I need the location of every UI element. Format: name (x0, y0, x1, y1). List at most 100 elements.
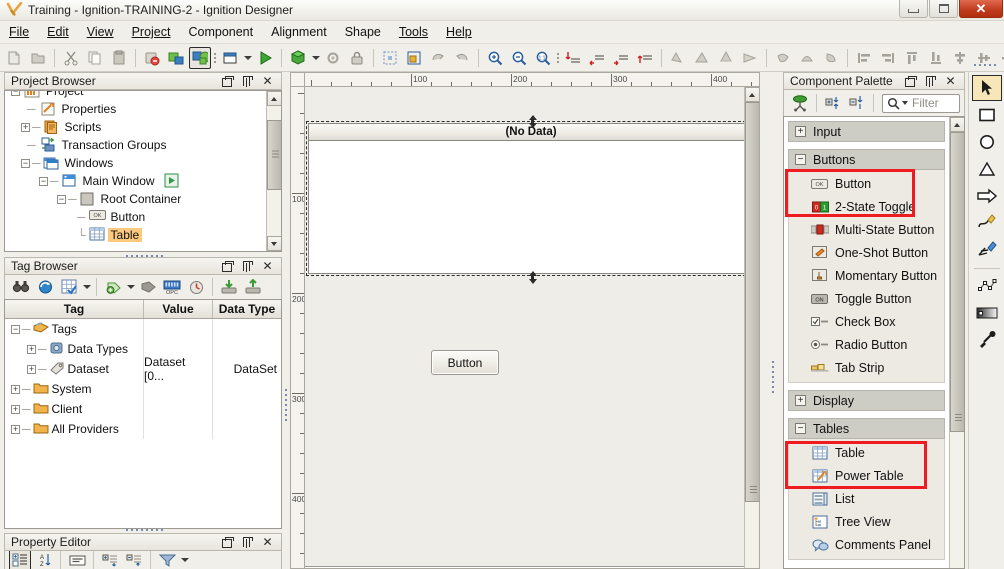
distribute-h-icon[interactable] (997, 47, 1004, 69)
palette-item-comments-panel[interactable]: Comments Panel (789, 533, 944, 556)
pin-icon[interactable] (242, 536, 253, 548)
main-window-surface[interactable]: (No Data) Button (305, 87, 757, 567)
column-value[interactable]: Value (144, 300, 213, 318)
expander-client[interactable]: + (11, 404, 20, 414)
table-component[interactable]: (No Data) (308, 123, 754, 274)
shape-combine-c-icon[interactable] (820, 47, 842, 69)
collapse-all-icon[interactable] (123, 551, 145, 569)
tree-node-scripts[interactable]: + ─ Scripts (5, 118, 266, 136)
palette-item-tree-view[interactable]: Tree View (789, 510, 944, 533)
paintbrush-tool[interactable] (972, 237, 1002, 263)
new-tag-icon[interactable] (102, 276, 124, 298)
selection-arrow-tool[interactable] (971, 75, 1002, 101)
send-backward-icon[interactable] (586, 47, 608, 69)
palette-item-table[interactable]: Table (789, 441, 944, 464)
publish-icon[interactable] (165, 47, 187, 69)
binoculars-icon[interactable] (10, 276, 32, 298)
scroll-up-button[interactable] (266, 91, 281, 106)
pin-icon[interactable] (925, 75, 936, 87)
arrow-shape-tool[interactable] (972, 183, 1002, 209)
collapse-all-groups-icon[interactable] (846, 92, 868, 114)
palette-item-momentary-button[interactable]: Momentary Button (789, 264, 944, 287)
expander-project[interactable]: − (11, 91, 20, 96)
palette-item-multi-state-button[interactable]: Multi-State Button (789, 218, 944, 241)
align-right-icon[interactable] (877, 47, 899, 69)
property-editor-resize-handle[interactable] (114, 527, 174, 533)
expander-root-container[interactable]: − (57, 194, 66, 204)
tag-dropdown-arrow[interactable] (81, 276, 92, 298)
close-icon[interactable]: ✕ (262, 536, 273, 548)
window-dropdown-arrow[interactable] (242, 47, 253, 69)
shape-intersect-icon[interactable] (715, 47, 737, 69)
rotate-ccw-icon[interactable] (451, 47, 473, 69)
palette-group-input[interactable]: + Input (788, 121, 945, 142)
tree-node-table[interactable]: └ Table (5, 226, 266, 244)
shape-subtract-icon[interactable] (691, 47, 713, 69)
preview-mode-icon[interactable] (254, 47, 276, 69)
palette-item-2-state-toggle[interactable]: 01 2-State Toggle (789, 195, 944, 218)
refresh-tags-icon[interactable] (34, 276, 56, 298)
tree-node-main-window[interactable]: − ─ Main Window (5, 172, 266, 190)
filter-dropdown-arrow[interactable] (179, 551, 190, 569)
triangle-tool[interactable] (972, 156, 1002, 182)
settings-icon[interactable] (322, 47, 344, 69)
menu-tools[interactable]: Tools (390, 23, 437, 41)
horizontal-splitter-handle[interactable] (283, 385, 288, 425)
pin-icon[interactable] (242, 260, 253, 272)
tag-type-icon[interactable] (137, 276, 159, 298)
pin-icon[interactable] (242, 75, 253, 87)
new-template-icon[interactable] (287, 47, 309, 69)
project-browser-tree[interactable]: − Project ─ Properties + ─ Scripts ─ Tra… (4, 90, 282, 252)
select-all-icon[interactable] (379, 47, 401, 69)
align-center-h-icon[interactable] (949, 47, 971, 69)
bring-forward-icon[interactable] (610, 47, 632, 69)
tree-node-button[interactable]: ─ OK Button (5, 208, 266, 226)
expander-main-window[interactable]: − (39, 176, 48, 186)
palette-item-one-shot-button[interactable]: One-Shot Button (789, 241, 944, 264)
property-categories-icon[interactable] (9, 551, 31, 569)
shape-combine-a-icon[interactable] (772, 47, 794, 69)
new-window-icon[interactable] (219, 47, 241, 69)
expander-dataset[interactable]: + (27, 364, 36, 374)
maximize-button[interactable] (929, 0, 958, 18)
update-project-icon[interactable] (189, 46, 211, 69)
tag-editor-icon[interactable] (58, 276, 80, 298)
menu-view[interactable]: View (78, 23, 123, 41)
expander-all-providers[interactable]: + (11, 424, 20, 434)
palette-item-list[interactable]: List (789, 487, 944, 510)
open-icon[interactable] (27, 47, 49, 69)
shape-union-icon[interactable] (667, 47, 689, 69)
rotate-cw-icon[interactable] (427, 47, 449, 69)
table-row[interactable]: + ─ Client (5, 399, 281, 419)
tree-node-root-container[interactable]: − ─ Root Container (5, 190, 266, 208)
component-palette-list[interactable]: + Input − Buttons OK Button 0 1 2-State … (784, 117, 949, 568)
gradient-tool[interactable] (972, 300, 1002, 326)
palette-item-tab-strip[interactable]: Tab Strip (789, 356, 944, 379)
dock-icon[interactable] (222, 260, 234, 272)
palette-group-buttons[interactable]: − Buttons (788, 149, 945, 170)
polygon-path-tool[interactable] (972, 273, 1002, 299)
window-canvas[interactable]: (No Data) Button (305, 87, 759, 568)
copy-icon[interactable] (84, 47, 106, 69)
resize-handle-top[interactable] (528, 115, 537, 128)
scroll-down-button[interactable] (266, 236, 281, 251)
menu-help[interactable]: Help (437, 23, 481, 41)
send-to-back-icon[interactable] (634, 47, 656, 69)
expander-scripts[interactable]: + (21, 122, 30, 132)
expand-all-icon[interactable] (99, 551, 121, 569)
align-left-icon[interactable] (853, 47, 875, 69)
table-row[interactable]: − ─ Tags (5, 319, 281, 339)
canvas-scroll-track[interactable] (744, 102, 759, 568)
description-icon[interactable] (66, 551, 88, 569)
canvas-scroll-thumb[interactable] (744, 102, 759, 502)
expander-system[interactable]: + (11, 384, 20, 394)
expander-display[interactable]: + (795, 395, 806, 406)
group-selection-icon[interactable] (403, 47, 425, 69)
project-browser-scrollbar[interactable] (266, 91, 281, 251)
expander-input[interactable]: + (795, 126, 806, 137)
bring-to-front-icon[interactable] (562, 47, 584, 69)
cut-icon[interactable] (60, 47, 82, 69)
palette-item-radio-button[interactable]: Radio Button (789, 333, 944, 356)
tree-node-properties[interactable]: ─ Properties (5, 100, 266, 118)
dock-icon[interactable] (222, 75, 234, 87)
